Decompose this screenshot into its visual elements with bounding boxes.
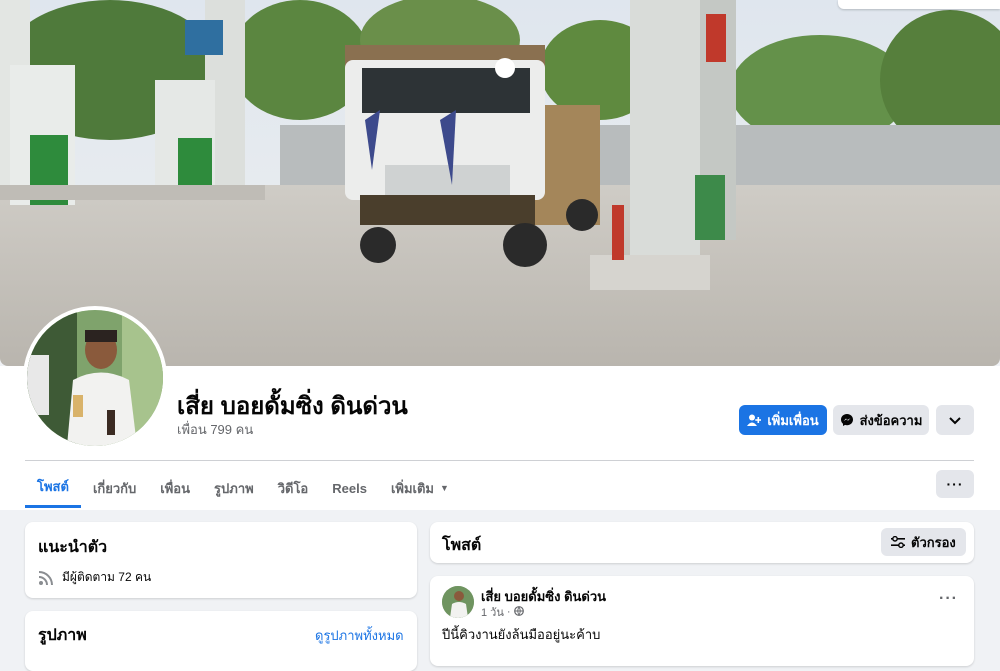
post-meta: 1 วัน · [481, 603, 524, 621]
follower-count: มีผู้ติดตาม 72 คน [62, 570, 152, 584]
intro-title: แนะนำตัว [38, 539, 108, 556]
posts-header-card: โพสต์ ตัวกรอง [430, 522, 974, 563]
post-options-button[interactable]: ··· [939, 590, 958, 608]
message-label: ส่งข้อความ [859, 412, 923, 428]
profile-tabs: โพสต์ เกี่ยวกับ เพื่อน รูปภาพ วิดีโอ Ree… [25, 468, 461, 508]
ellipsis-icon: ··· [946, 476, 964, 492]
tab-photos[interactable]: รูปภาพ [202, 468, 266, 508]
top-panel [838, 0, 1000, 9]
add-friend-label: เพิ่มเพื่อน [767, 412, 819, 428]
tab-about[interactable]: เกี่ยวกับ [81, 468, 148, 508]
post-time[interactable]: 1 วัน [481, 603, 504, 621]
tab-reels[interactable]: Reels [320, 468, 379, 508]
tab-videos[interactable]: วิดีโอ [266, 468, 321, 508]
header-divider [25, 460, 974, 461]
filter-button[interactable]: ตัวกรอง [881, 528, 966, 556]
tab-friends[interactable]: เพื่อน [148, 468, 202, 508]
photos-title: รูปภาพ [38, 627, 87, 644]
meta-separator: · [506, 606, 511, 618]
profile-avatar[interactable] [23, 306, 167, 450]
caret-down-icon: ▼ [440, 483, 449, 493]
profile-menu-button[interactable] [936, 405, 974, 435]
follower-row: มีผู้ติดตาม 72 คน [38, 568, 151, 587]
filter-icon [891, 536, 905, 548]
more-options-button[interactable]: ··· [936, 470, 974, 498]
friend-count[interactable]: เพื่อน 799 คน [177, 419, 253, 440]
post-text: ปีนี้คิวงานยังล้นมืออยู่นะค้าบ [442, 627, 601, 642]
post-card: เสี่ย บอยดั้มซิ่ง ดินด่วน 1 วัน · ··· ปี… [430, 576, 974, 666]
cover-photo[interactable] [0, 0, 1000, 366]
add-friend-button[interactable]: เพิ่มเพื่อน [739, 405, 827, 435]
tab-more[interactable]: เพิ่มเติม ▼ [379, 468, 461, 508]
rss-icon [38, 570, 54, 586]
message-button[interactable]: ส่งข้อความ [833, 405, 929, 435]
chevron-down-icon [949, 413, 961, 428]
add-user-icon [747, 414, 762, 427]
tab-posts[interactable]: โพสต์ [25, 468, 81, 508]
intro-card: แนะนำตัว มีผู้ติดตาม 72 คน [25, 522, 417, 598]
globe-icon [513, 605, 524, 619]
tab-more-label: เพิ่มเติม [390, 480, 434, 496]
messenger-icon [840, 413, 854, 427]
photos-card: รูปภาพ ดูรูปภาพทั้งหมด [25, 611, 417, 671]
posts-title: โพสต์ [442, 537, 482, 554]
filter-label: ตัวกรอง [911, 534, 956, 550]
post-author-avatar[interactable] [442, 586, 474, 618]
